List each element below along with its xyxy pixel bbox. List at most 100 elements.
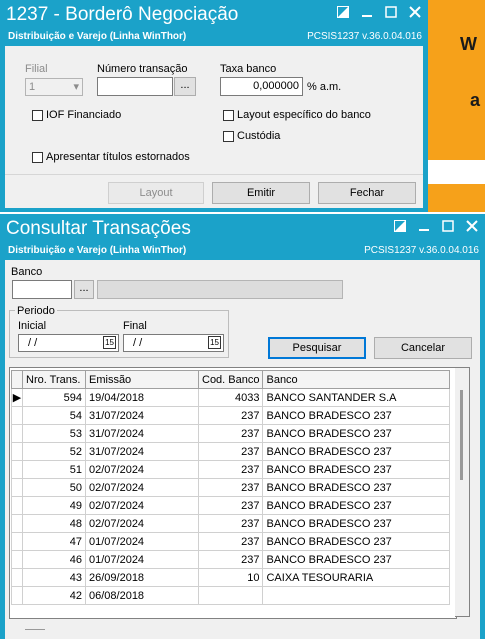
table-row[interactable]: ▶ 594 19/04/2018 4033 BANCO SANTANDER S.… — [11, 388, 451, 407]
cell-nro[interactable]: 48 — [22, 514, 86, 533]
fechar-button[interactable]: Fechar — [318, 182, 416, 204]
cell-nro[interactable]: 594 — [22, 388, 86, 407]
current-row-indicator-icon: ▶ — [11, 388, 23, 407]
table-row[interactable]: 54 31/07/2024 237 BANCO BRADESCO 237 — [11, 406, 451, 425]
cell-banco[interactable]: BANCO BRADESCO 237 — [262, 460, 451, 479]
cell-nro[interactable]: 54 — [22, 406, 86, 425]
cell-emissao[interactable]: 06/08/2018 — [85, 586, 199, 605]
cell-cod-banco[interactable]: 237 — [197, 496, 264, 515]
custodia-checkbox[interactable] — [223, 131, 234, 142]
cell-cod-banco[interactable]: 4033 — [197, 388, 264, 407]
cell-cod-banco[interactable]: 237 — [197, 514, 264, 533]
transactions-table: Nro. Trans. Emissão Cod. Banco Banco ▶ 5… — [11, 370, 451, 605]
cell-nro[interactable]: 51 — [22, 460, 86, 479]
table-row[interactable]: 42 06/08/2018 — [11, 586, 451, 605]
cell-emissao[interactable]: 02/07/2024 — [85, 478, 199, 497]
theme-icon[interactable] — [332, 4, 354, 24]
estornados-checkbox[interactable] — [32, 152, 43, 163]
cell-emissao[interactable]: 26/09/2018 — [85, 568, 199, 587]
cell-emissao[interactable]: 02/07/2024 — [85, 496, 199, 515]
minimize-icon[interactable] — [356, 4, 378, 24]
cell-nro[interactable]: 50 — [22, 478, 86, 497]
consultar-titlebar: Consultar Transações Distribuição e Vare… — [0, 214, 485, 260]
cell-banco[interactable]: BANCO SANTANDER S.A — [262, 388, 451, 407]
column-header-cod-banco[interactable]: Cod. Banco — [197, 370, 264, 389]
table-row[interactable]: 48 02/07/2024 237 BANCO BRADESCO 237 — [11, 514, 451, 533]
cell-nro[interactable]: 42 — [22, 586, 86, 605]
cell-banco[interactable]: CAIXA TESOURARIA — [262, 568, 451, 587]
vertical-scrollbar[interactable] — [455, 367, 470, 617]
calendar-icon[interactable]: 15 — [103, 336, 116, 349]
maximize-icon[interactable] — [380, 4, 402, 24]
column-header-banco[interactable]: Banco — [262, 370, 451, 389]
cell-banco[interactable]: BANCO BRADESCO 237 — [262, 442, 451, 461]
row-indicator — [11, 442, 23, 461]
minimize-icon[interactable] — [413, 218, 435, 238]
table-row[interactable]: 46 01/07/2024 237 BANCO BRADESCO 237 — [11, 550, 451, 569]
cell-banco[interactable]: BANCO BRADESCO 237 — [262, 532, 451, 551]
column-header-emissao[interactable]: Emissão — [85, 370, 199, 389]
cell-banco[interactable]: BANCO BRADESCO 237 — [262, 514, 451, 533]
cell-cod-banco[interactable]: 237 — [197, 550, 264, 569]
calendar-icon[interactable]: 15 — [208, 336, 221, 349]
table-row[interactable]: 43 26/09/2018 10 CAIXA TESOURARIA — [11, 568, 451, 587]
cancelar-button[interactable]: Cancelar — [374, 337, 472, 359]
cell-nro[interactable]: 49 — [22, 496, 86, 515]
scrollbar-thumb[interactable] — [460, 390, 463, 480]
table-row[interactable]: 47 01/07/2024 237 BANCO BRADESCO 237 — [11, 532, 451, 551]
row-indicator — [11, 460, 23, 479]
banco-code-input[interactable] — [12, 280, 72, 299]
cell-nro[interactable]: 46 — [22, 550, 86, 569]
cell-emissao[interactable]: 01/07/2024 — [85, 550, 199, 569]
cell-emissao[interactable]: 02/07/2024 — [85, 514, 199, 533]
final-date-input[interactable]: / / 15 — [123, 334, 224, 352]
cell-emissao[interactable]: 31/07/2024 — [85, 442, 199, 461]
numero-transacao-input[interactable] — [97, 77, 173, 96]
table-row[interactable]: 52 31/07/2024 237 BANCO BRADESCO 237 — [11, 442, 451, 461]
cell-banco[interactable]: BANCO BRADESCO 237 — [262, 478, 451, 497]
column-header-nro[interactable]: Nro. Trans. — [22, 370, 86, 389]
bordero-version: PCSIS1237 v.36.0.04.016 — [307, 31, 422, 42]
cell-emissao[interactable]: 31/07/2024 — [85, 424, 199, 443]
cell-emissao[interactable]: 19/04/2018 — [85, 388, 199, 407]
cell-cod-banco[interactable]: 237 — [197, 406, 264, 425]
cell-nro[interactable]: 43 — [22, 568, 86, 587]
cell-cod-banco[interactable]: 237 — [197, 532, 264, 551]
cell-emissao[interactable]: 02/07/2024 — [85, 460, 199, 479]
filial-select[interactable]: 1 ▾ — [25, 78, 83, 96]
close-icon[interactable] — [461, 218, 483, 238]
cell-banco[interactable]: BANCO BRADESCO 237 — [262, 406, 451, 425]
emitir-button[interactable]: Emitir — [212, 182, 310, 204]
numero-browse-button[interactable]: ... — [174, 77, 196, 96]
cell-emissao[interactable]: 01/07/2024 — [85, 532, 199, 551]
taxa-banco-input[interactable]: 0,000000 — [220, 77, 303, 96]
cell-cod-banco[interactable]: 237 — [197, 478, 264, 497]
cell-cod-banco[interactable]: 237 — [197, 442, 264, 461]
cell-nro[interactable]: 52 — [22, 442, 86, 461]
table-row[interactable]: 49 02/07/2024 237 BANCO BRADESCO 237 — [11, 496, 451, 515]
cell-nro[interactable]: 47 — [22, 532, 86, 551]
cell-cod-banco[interactable] — [197, 586, 264, 605]
table-row[interactable]: 51 02/07/2024 237 BANCO BRADESCO 237 — [11, 460, 451, 479]
theme-icon[interactable] — [389, 218, 411, 238]
maximize-icon[interactable] — [437, 218, 459, 238]
layout-banco-checkbox[interactable] — [223, 110, 234, 121]
banco-browse-button[interactable]: ... — [74, 280, 94, 299]
cell-nro[interactable]: 53 — [22, 424, 86, 443]
cell-cod-banco[interactable]: 10 — [197, 568, 264, 587]
custodia-label: Custódia — [237, 130, 281, 142]
cell-banco[interactable] — [262, 586, 451, 605]
inicial-date-input[interactable]: / / 15 — [18, 334, 119, 352]
table-row[interactable]: 53 31/07/2024 237 BANCO BRADESCO 237 — [11, 424, 451, 443]
iof-checkbox[interactable] — [32, 110, 43, 121]
cell-cod-banco[interactable]: 237 — [197, 460, 264, 479]
layout-button[interactable]: Layout — [108, 182, 204, 204]
cell-banco[interactable]: BANCO BRADESCO 237 — [262, 424, 451, 443]
pesquisar-button[interactable]: Pesquisar — [268, 337, 366, 359]
cell-banco[interactable]: BANCO BRADESCO 237 — [262, 550, 451, 569]
cell-banco[interactable]: BANCO BRADESCO 237 — [262, 496, 451, 515]
close-icon[interactable] — [404, 4, 426, 24]
table-row[interactable]: 50 02/07/2024 237 BANCO BRADESCO 237 — [11, 478, 451, 497]
cell-emissao[interactable]: 31/07/2024 — [85, 406, 199, 425]
cell-cod-banco[interactable]: 237 — [197, 424, 264, 443]
